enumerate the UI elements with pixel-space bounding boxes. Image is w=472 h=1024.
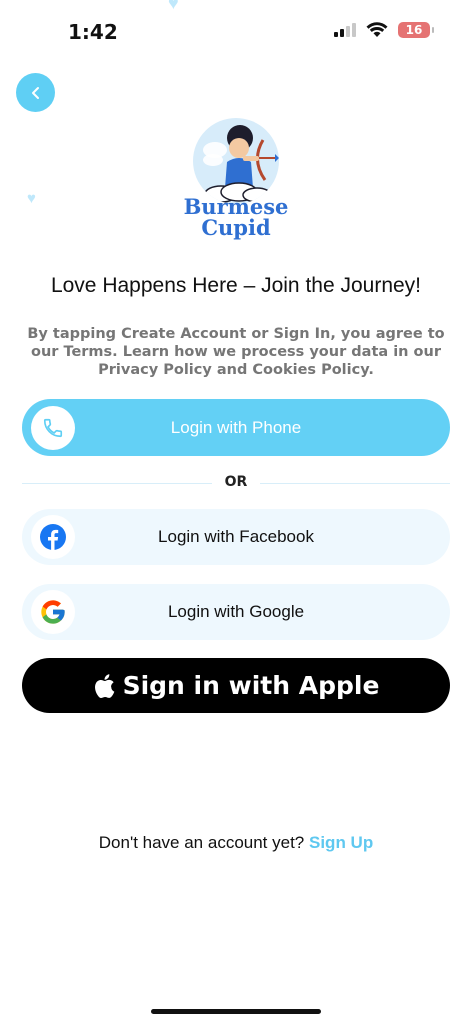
logo-wordmark: Burmese Cupid — [178, 196, 294, 238]
facebook-icon-badge — [31, 515, 75, 559]
battery-indicator: 16 — [398, 22, 434, 38]
heart-decoration-icon: ♥ — [168, 0, 179, 13]
login-google-label: Login with Google — [167, 602, 305, 621]
app-logo: Burmese Cupid — [178, 118, 294, 242]
login-phone-button[interactable]: Login with Phone — [22, 399, 450, 456]
phone-icon-badge — [31, 405, 75, 450]
signup-prompt: Don't have an account yet? Sign Up — [0, 833, 472, 853]
logo-line-1: Burmese — [183, 194, 289, 219]
terms-disclaimer: By tapping Create Account or Sign In, yo… — [27, 326, 445, 378]
apple-icon — [94, 673, 114, 698]
sign-in-apple-button[interactable]: Sign in with Apple — [22, 658, 450, 713]
battery-level: 16 — [405, 23, 423, 37]
cupid-illustration — [193, 118, 279, 204]
chevron-left-icon — [31, 86, 39, 99]
status-icons: 16 — [334, 22, 434, 38]
logo-line-2: Cupid — [201, 215, 271, 240]
status-bar: 1:42 16 — [0, 0, 472, 60]
login-facebook-button[interactable]: Login with Facebook — [22, 509, 450, 565]
login-phone-label: Login with Phone — [170, 417, 302, 437]
or-label: OR — [224, 474, 248, 490]
cellular-signal-icon — [334, 23, 356, 37]
phone-icon — [43, 418, 63, 437]
login-google-button[interactable]: Login with Google — [22, 584, 450, 640]
home-indicator — [151, 1009, 321, 1014]
or-divider: OR — [22, 472, 450, 494]
signup-prompt-text: Don't have an account yet? — [98, 833, 305, 852]
page-title: Love Happens Here – Join the Journey! — [50, 274, 422, 297]
sign-in-apple-label: Sign in with Apple — [122, 671, 380, 700]
back-button[interactable] — [16, 73, 55, 112]
facebook-icon — [40, 524, 66, 550]
status-time: 1:42 — [68, 20, 118, 44]
login-facebook-label: Login with Facebook — [158, 527, 314, 546]
google-icon-badge — [31, 590, 75, 634]
heart-decoration-icon: ♥ — [27, 190, 36, 207]
wifi-icon — [366, 22, 388, 37]
sign-up-link[interactable]: Sign Up — [309, 833, 373, 852]
google-icon — [41, 600, 65, 624]
